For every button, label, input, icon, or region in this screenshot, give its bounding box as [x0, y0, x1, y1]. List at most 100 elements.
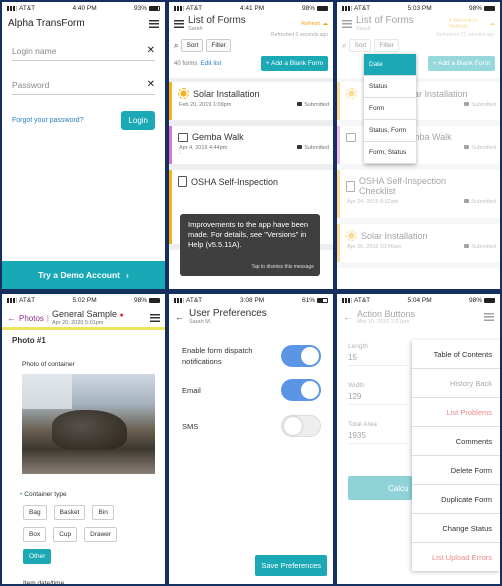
login-name-field[interactable]: Login name ✕	[12, 39, 155, 61]
search-icon[interactable]: ⌕	[342, 41, 346, 51]
menu-item-comments[interactable]: Comments	[412, 427, 500, 456]
menu-item-list-problems[interactable]: List Problems	[412, 398, 500, 427]
option-other[interactable]: Other	[23, 549, 52, 564]
sort-button[interactable]: Sort	[349, 39, 372, 52]
menu-item-delete-form[interactable]: Delete Form	[412, 456, 500, 485]
list-item[interactable]: Solar Installation Apr 26, 2019 10:06am Su…	[337, 224, 500, 268]
battery-icon	[317, 5, 328, 11]
menu-item-table-of-contents[interactable]: Table of Contents	[412, 340, 500, 369]
menu-icon[interactable]	[150, 314, 160, 322]
battery-icon	[317, 297, 328, 303]
clock: 3:08 PM	[239, 296, 265, 304]
refresh-label: Refresh	[301, 21, 321, 27]
sms-toggle[interactable]	[281, 415, 321, 437]
option-box[interactable]: Box	[23, 527, 47, 542]
chevron-right-icon: ›	[126, 270, 129, 280]
sort-option[interactable]: Status	[364, 76, 416, 98]
menu-item-list-upload-errors[interactable]: List Upload Errors	[412, 543, 500, 572]
menu-icon[interactable]	[174, 20, 184, 28]
status-badge: Submitted	[471, 199, 496, 205]
list-item[interactable]: Gemba Walk Submitted	[337, 126, 500, 170]
form-count: 40 forms	[174, 60, 198, 67]
refresh-button[interactable]: Refresh ☁	[301, 21, 328, 27]
form-title: OSHA Self-Inspection Checklist	[359, 176, 447, 196]
clear-icon[interactable]: ✕	[147, 79, 155, 90]
calculate-button[interactable]: Calcu	[348, 476, 412, 500]
section-name[interactable]: Photos	[19, 314, 44, 323]
status-badge: Submitted	[304, 145, 329, 151]
list-item[interactable]: Gemba Walk Apr 4, 2019 4:44pm Submitted -	[169, 126, 333, 170]
pref-dispatch-row: Enable form dispatch notifications	[169, 345, 333, 367]
password-field[interactable]: Password ✕	[12, 73, 155, 95]
option-bag[interactable]: Bag	[23, 505, 47, 520]
sort-option[interactable]: Date	[364, 54, 416, 76]
email-toggle[interactable]	[281, 379, 321, 401]
option-basket[interactable]: Basket	[53, 505, 86, 520]
signal-icon	[7, 5, 17, 11]
status-bar: AT&T 4:41 PM 98%	[169, 2, 333, 14]
list-item[interactable]: Solar Installation Feb 20, 2019 1:09pm Su…	[169, 82, 333, 126]
battery-percent: 98%	[468, 4, 482, 12]
menu-item-change-status[interactable]: Change Status	[412, 514, 500, 543]
app-title: Alpha TransForm	[8, 18, 85, 29]
edit-list-link[interactable]: Edit list	[200, 60, 221, 67]
menu-item-history-back[interactable]: History Back	[412, 369, 500, 398]
clear-icon[interactable]: ✕	[147, 45, 155, 56]
form-date: Mar 10, 2020 2:51pm	[357, 319, 410, 325]
status-bar: AT&T 3:08 PM 61%	[169, 294, 333, 306]
signal-icon	[7, 297, 17, 303]
back-arrow-icon[interactable]: ←	[7, 313, 16, 323]
status-bar: AT&T 5:04 PM 98%	[337, 294, 500, 306]
status-bar: AT&T 4:40 PM 93%	[2, 2, 165, 14]
save-preferences-button[interactable]: Save Preferences	[255, 555, 327, 576]
menu-item-duplicate-form[interactable]: Duplicate Form	[412, 485, 500, 514]
refreshed-time: Refreshed 22 minutes ago	[436, 32, 495, 38]
pref-email-label: Email	[182, 385, 201, 395]
page-title: User Preferences	[189, 308, 267, 319]
container-photo[interactable]	[22, 374, 155, 474]
refresh-button[interactable]: 1 Record to Refresh ☁	[449, 18, 495, 30]
sort-option[interactable]: Form	[364, 98, 416, 120]
length-field[interactable]: 15	[348, 350, 408, 366]
signal-icon	[342, 297, 352, 303]
filter-button[interactable]: Filter	[374, 39, 399, 52]
screenshot-collage: AT&T 4:40 PM 93% Alpha TransForm Login n…	[0, 0, 502, 586]
add-blank-form-button[interactable]: + Add a Blank Form	[260, 56, 328, 71]
option-bin[interactable]: Bin	[92, 505, 114, 520]
menu-icon[interactable]	[149, 19, 159, 28]
option-cup[interactable]: Cup	[53, 527, 78, 542]
forgot-password-link[interactable]: Forgot your password?	[12, 117, 84, 124]
battery-icon	[149, 5, 160, 11]
lock-icon	[297, 102, 303, 106]
carrier: AT&T	[19, 296, 36, 304]
demo-account-button[interactable]: Try a Demo Account ›	[2, 261, 165, 289]
list-item[interactable]: OSHA Self-Inspection Checklist Apr 24, 20…	[337, 170, 500, 224]
back-arrow-icon[interactable]: ←	[175, 312, 184, 322]
sort-button[interactable]: Sort	[181, 39, 204, 52]
carrier: AT&T	[186, 296, 203, 304]
update-toast[interactable]: Improvements to the app have been made. …	[180, 214, 320, 276]
filter-button[interactable]: Filter	[206, 39, 231, 52]
unsaved-dot-icon: ●	[119, 312, 124, 319]
back-arrow-icon[interactable]: ←	[343, 312, 352, 322]
lock-icon	[464, 244, 470, 248]
list-item[interactable]: Solar Installation Submitted	[337, 82, 500, 126]
preferences-screen: AT&T 3:08 PM 61% ← User Preferences Sarah…	[169, 294, 333, 584]
menu-icon[interactable]	[484, 313, 494, 321]
login-name-placeholder: Login name	[12, 46, 57, 56]
battery-level	[318, 298, 324, 302]
form-title: Solar Installation	[193, 88, 260, 99]
lock-icon	[464, 102, 470, 106]
sort-option[interactable]: Form, Status	[364, 142, 416, 164]
add-blank-form-button[interactable]: + Add a Blank Form	[427, 56, 495, 71]
container-type-label: Container type	[2, 474, 165, 498]
option-drawer[interactable]: Drawer	[84, 527, 118, 542]
menu-icon[interactable]	[342, 20, 352, 28]
login-button[interactable]: Login	[121, 111, 155, 130]
battery-icon	[484, 297, 495, 303]
form-date: Apr 24, 2019 8:52am	[347, 199, 399, 205]
sort-option[interactable]: Status, Form	[364, 120, 416, 142]
width-field[interactable]: 129	[348, 389, 408, 405]
dispatch-toggle[interactable]	[281, 345, 321, 367]
search-icon[interactable]: ⌕	[174, 41, 178, 51]
